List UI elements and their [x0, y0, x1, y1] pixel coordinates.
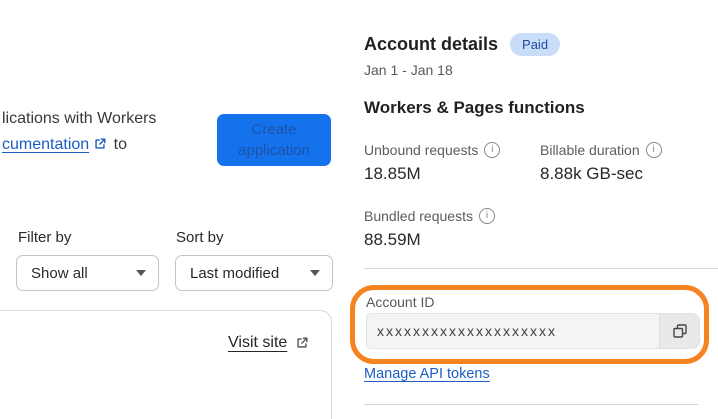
intro-line-2: cumentation to	[2, 132, 156, 160]
sort-select[interactable]: Last modified	[175, 255, 333, 291]
manage-api-tokens-link[interactable]: Manage API tokens	[364, 366, 490, 382]
sort-select-value: Last modified	[190, 264, 280, 282]
stat-value: 88.59M	[364, 230, 421, 249]
intro-text: lications with Workers cumentation to	[2, 106, 156, 160]
info-icon[interactable]	[484, 142, 501, 158]
visit-site-label: Visit site	[228, 334, 288, 351]
stat-unbound-requests: Unbound requests 18.85M	[364, 142, 501, 184]
workers-pages-functions-title: Workers & Pages functions	[364, 98, 585, 117]
info-icon[interactable]	[645, 142, 662, 158]
stat-bundled-requests: Bundled requests 88.59M	[364, 208, 495, 250]
sort-by-label: Sort by	[176, 229, 224, 246]
workers-pages-screen: lications with Workers cumentation to Cr…	[0, 0, 718, 419]
account-id-row	[366, 313, 700, 349]
stat-label: Billable duration	[540, 142, 662, 158]
create-application-button[interactable]: Create application	[217, 114, 331, 166]
account-details-header: Account details Paid	[364, 33, 561, 56]
date-range: Jan 1 - Jan 18	[364, 62, 453, 78]
divider	[364, 404, 698, 405]
chevron-down-icon	[310, 270, 320, 276]
stat-value: 8.88k GB-sec	[540, 164, 643, 183]
documentation-link[interactable]: cumentation	[2, 136, 89, 153]
visit-site-link[interactable]: Visit site	[228, 334, 309, 352]
account-id-label: Account ID	[366, 294, 435, 310]
stat-label: Bundled requests	[364, 208, 495, 224]
filter-by-label: Filter by	[18, 229, 72, 246]
info-icon[interactable]	[478, 208, 495, 224]
stat-label-text: Unbound requests	[364, 142, 479, 158]
copy-button[interactable]	[659, 313, 700, 349]
external-link-icon	[93, 134, 107, 160]
stat-value: 18.85M	[364, 164, 421, 183]
filter-select-value: Show all	[31, 264, 88, 282]
filter-select[interactable]: Show all	[16, 255, 159, 291]
copy-icon	[672, 324, 687, 338]
intro-line-1: lications with Workers	[2, 110, 157, 127]
account-id-input[interactable]	[366, 313, 659, 349]
stat-label-text: Bundled requests	[364, 208, 473, 224]
divider	[364, 268, 718, 269]
stat-billable-duration: Billable duration 8.88k GB-sec	[540, 142, 662, 184]
chevron-down-icon	[136, 270, 146, 276]
stat-label: Unbound requests	[364, 142, 501, 158]
paid-plan-badge: Paid	[510, 33, 561, 56]
account-details-title: Account details	[364, 34, 499, 54]
intro-suffix: to	[109, 136, 127, 153]
stat-label-text: Billable duration	[540, 142, 640, 158]
external-link-icon	[297, 337, 308, 348]
project-card	[0, 310, 332, 419]
